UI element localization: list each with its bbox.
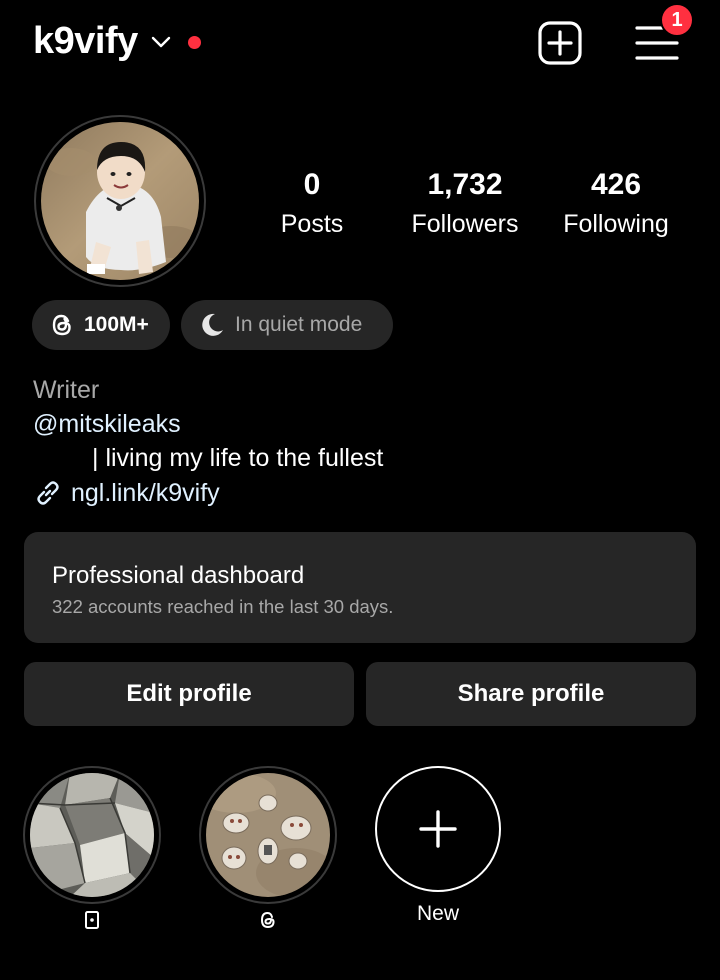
dashboard-subtitle: 322 accounts reached in the last 30 days… [52,596,394,617]
bio-url[interactable]: ngl.link/k9vify [71,479,220,508]
quiet-mode-label: In quiet mode [235,313,363,336]
bio-category: Writer [33,376,100,404]
card-icon [85,911,99,929]
share-profile-button[interactable]: Share profile [366,662,696,726]
posts-label: Posts [280,210,344,238]
bio-link-row[interactable]: ngl.link/k9vify [33,478,220,508]
posts-count: 0 [303,168,321,201]
avatar[interactable] [41,122,199,280]
bio-mention[interactable]: @mitskileaks [33,410,181,439]
followers-count: 1,732 [427,168,503,201]
chevron-down-icon[interactable] [150,34,172,50]
following-count: 426 [590,168,642,201]
plus-icon [419,810,457,848]
quiet-mode-pill[interactable]: In quiet mode [181,300,393,350]
professional-dashboard[interactable]: Professional dashboard 322 accounts reac… [24,532,696,643]
bio-text: | living my life to the fullest [92,444,384,472]
link-icon [37,481,59,505]
live-indicator-dot [188,36,201,49]
highlight-rocks[interactable] [30,773,154,897]
username-title[interactable]: k9vify [33,20,138,63]
highlight-stones[interactable] [206,773,330,897]
threads-pill-label: 100M+ [84,313,149,336]
edit-profile-button[interactable]: Edit profile [24,662,354,726]
new-post-icon[interactable] [537,20,583,66]
threads-icon [52,314,71,336]
moon-icon [202,313,223,336]
stat-following[interactable]: 426 Following [536,168,696,239]
dashboard-title: Professional dashboard [52,562,305,589]
stat-followers[interactable]: 1,732 Followers [385,168,545,239]
new-highlight-label: New [416,902,459,925]
highlight-label-threads [199,910,337,936]
new-highlight-button[interactable] [375,766,501,892]
notification-badge: 1 [660,3,694,37]
followers-label: Followers [411,210,519,238]
stat-posts[interactable]: 0 Posts [232,168,392,239]
threads-icon [260,911,275,929]
threads-pill[interactable]: 100M+ [32,300,170,350]
following-label: Following [563,210,669,238]
highlight-label-card [23,910,161,936]
